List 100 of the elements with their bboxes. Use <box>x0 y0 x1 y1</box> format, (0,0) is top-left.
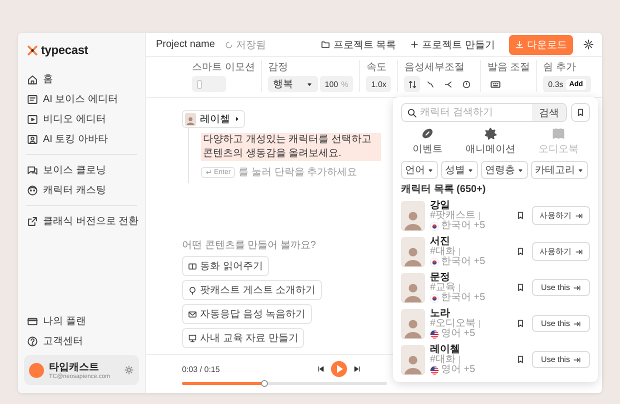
external-link-icon <box>27 216 38 226</box>
circle-icon <box>462 80 471 88</box>
search-button[interactable]: 검색 <box>532 104 566 121</box>
header-button[interactable]: 프로젝트 만들기 <box>406 36 499 54</box>
suggestion-chip[interactable]: 동화 읽어주기 <box>182 256 269 276</box>
video-icon <box>27 114 38 124</box>
chevron-icon <box>234 116 240 122</box>
filter-dropdown[interactable]: 언어 <box>401 161 438 179</box>
logo-wordmark: typecast <box>41 43 88 57</box>
arrow-right-icon <box>574 248 582 256</box>
character-tag: #교육 <box>430 282 456 293</box>
use-button[interactable]: Use this <box>532 315 590 332</box>
suggestion-chip[interactable]: 팟캐스트 게스트 소개하기 <box>182 280 322 300</box>
caret-icon <box>467 166 474 174</box>
document-icon <box>27 94 38 104</box>
toolbar-label: 발음 조절 <box>487 61 530 74</box>
sidebar-item[interactable]: 캐릭터 캐스팅 <box>24 180 139 200</box>
sidebar-item[interactable]: 홈 <box>24 69 139 89</box>
progress-thumb[interactable] <box>260 380 268 386</box>
progress-track[interactable] <box>182 382 387 385</box>
suggestion-chip[interactable]: 사내 교육 자료 만들기 <box>182 328 304 348</box>
toolbar-label: 음성세부조절 <box>404 61 466 74</box>
search-icon <box>407 108 417 118</box>
bookmark-icon <box>516 319 524 328</box>
sidebar-item[interactable]: 고객센터 <box>24 331 139 351</box>
toolbar-label: 스마트 이모션 <box>192 61 255 74</box>
use-button[interactable]: Use this <box>532 279 590 296</box>
plus-icon <box>410 40 420 49</box>
filter-dropdown[interactable]: 카테고리 <box>531 161 588 179</box>
home-icon <box>27 74 38 84</box>
toolbar-label: 속도 <box>366 61 388 74</box>
character-name: 서진 <box>430 236 451 246</box>
filter-dropdown[interactable]: 연령층 <box>481 161 528 179</box>
play-button[interactable] <box>331 361 347 377</box>
bookmark-icon <box>516 283 524 292</box>
character-language: 한국어 +5 <box>441 221 486 232</box>
person-frame-icon <box>27 134 38 144</box>
arrow-right-icon <box>572 284 581 292</box>
use-button[interactable]: Use this <box>532 351 590 368</box>
steps-icon <box>426 80 435 88</box>
sidebar-item[interactable]: AI 보이스 에디터 <box>24 89 139 109</box>
arrows-icon <box>408 80 417 88</box>
spinner-icon <box>224 40 233 48</box>
sidebar-item[interactable]: 비디오 에디터 <box>24 109 139 129</box>
list-title: 캐릭터 목록 (650+) <box>401 183 487 196</box>
search-field[interactable]: 캐릭터 검색하기 검색 <box>401 103 567 122</box>
download-icon <box>515 40 524 49</box>
keyboard-icon <box>490 78 501 90</box>
flag-icon <box>430 330 439 339</box>
flag-icon <box>430 222 439 231</box>
chat-icon <box>27 164 38 176</box>
character-language: 영어 +5 <box>441 365 476 376</box>
sidebar-item[interactable]: 클래식 버전으로 전환 <box>24 211 139 231</box>
folder-icon <box>321 40 330 49</box>
arrow-right-icon <box>574 212 582 220</box>
logo-icon <box>27 44 38 56</box>
sidebar-item[interactable]: 보이스 클로닝 <box>24 160 139 180</box>
skip-forward-icon <box>353 365 361 373</box>
time-display: 0:03 / 0:15 <box>182 364 221 374</box>
character-name: 레이첼 <box>430 344 461 354</box>
character-name: 강일 <box>430 200 451 210</box>
save-status: 저장됨 <box>224 38 266 52</box>
card-icon <box>27 316 38 326</box>
avatar <box>29 362 44 378</box>
branch-icon <box>444 80 453 88</box>
use-button[interactable]: 사용하기 <box>532 242 590 261</box>
sidebar-item[interactable]: 나의 플랜 <box>24 311 139 331</box>
bookmark-button[interactable] <box>571 103 590 122</box>
use-button[interactable]: 사용하기 <box>532 206 590 225</box>
arrow-right-icon <box>572 356 581 364</box>
flag-icon <box>430 366 439 375</box>
character-language: 한국어 +5 <box>441 257 486 268</box>
caret-icon <box>517 166 524 174</box>
arrow-right-icon <box>572 320 581 328</box>
character-tag: #오디오북 <box>430 318 476 329</box>
hint-text: 를 눌러 단락을 추가하세요 <box>238 166 358 179</box>
emotion-dropdown[interactable]: 행복 <box>268 76 318 92</box>
character-language: 한국어 +5 <box>441 293 486 304</box>
character-name: 노라 <box>430 308 451 318</box>
bookmark-icon <box>516 247 524 256</box>
pitch-button[interactable] <box>404 76 420 92</box>
character-language: 영어 +5 <box>441 329 476 340</box>
football-icon <box>421 127 434 140</box>
flag-icon <box>430 294 439 303</box>
bookmark-icon <box>516 355 524 364</box>
header-button[interactable]: 프로젝트 목록 <box>317 36 400 54</box>
mail-icon <box>188 310 197 318</box>
sidebar-item[interactable]: AI 토킹 아바타 <box>24 129 139 149</box>
book-icon <box>188 262 197 270</box>
category-tab[interactable]: 애니메이션 <box>466 127 516 156</box>
speaker-selector[interactable]: 레이첼 <box>182 110 245 128</box>
intensity-field[interactable]: 100 % <box>320 76 354 92</box>
suggestion-chip[interactable]: 자동응답 음성 녹음하기 <box>182 304 312 324</box>
character-name: 문정 <box>430 272 451 282</box>
category-tab[interactable]: 이벤트 <box>412 127 442 156</box>
settings-icon <box>124 365 134 375</box>
filter-dropdown[interactable]: 성별 <box>441 161 478 179</box>
suggestions-title: 어떤 콘텐츠를 만들어 볼까요? <box>182 239 316 252</box>
smart-emotion-toggle[interactable] <box>192 76 226 92</box>
speed-field[interactable]: 1.0x <box>366 76 392 92</box>
